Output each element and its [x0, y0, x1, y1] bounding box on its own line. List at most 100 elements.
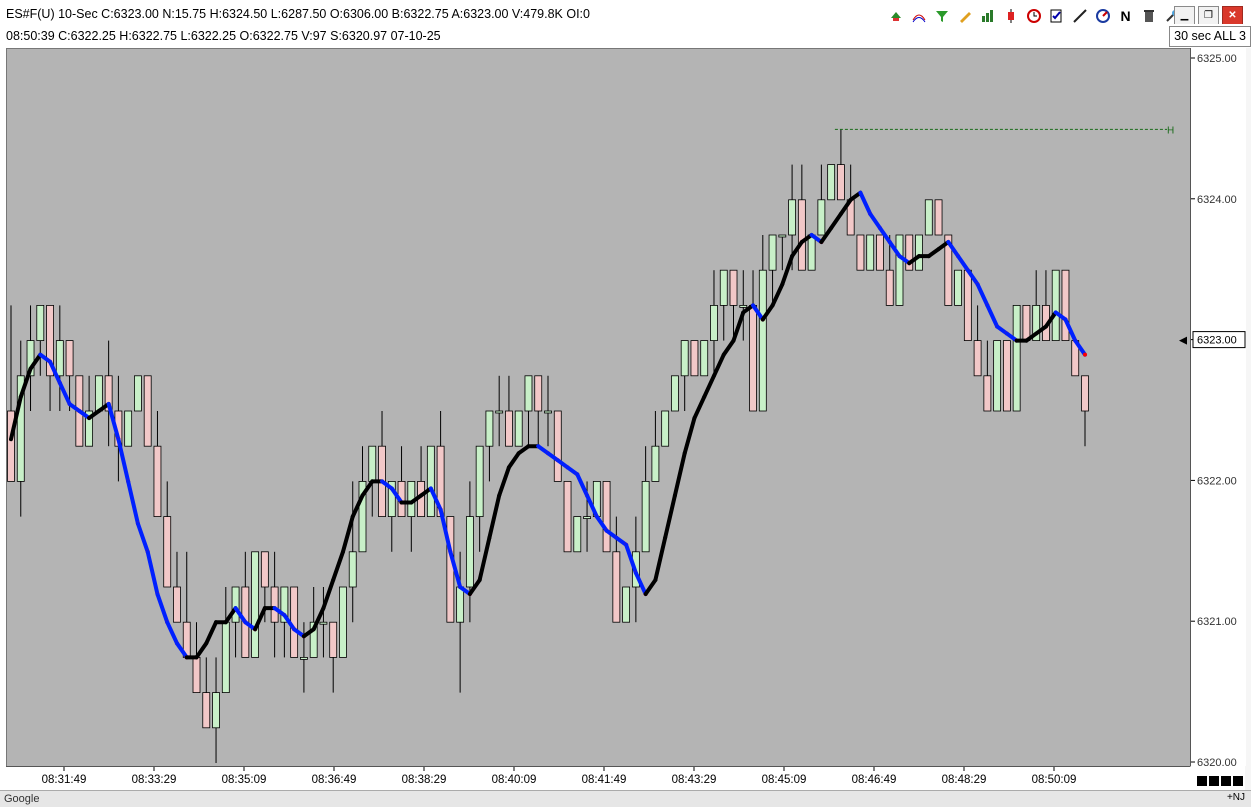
- compass-icon[interactable]: [1093, 6, 1112, 25]
- price-chart[interactable]: H: [7, 49, 1191, 767]
- draw-line-icon[interactable]: [1070, 6, 1089, 25]
- ma-segment: [975, 282, 990, 308]
- price-bar: [563, 480, 572, 553]
- price-bar: [417, 446, 425, 517]
- bar-body: [134, 375, 142, 412]
- bar-body: [475, 445, 484, 518]
- close-button[interactable]: ✕: [1222, 6, 1243, 25]
- ma-segment: [643, 577, 658, 597]
- ma-segment: [506, 451, 521, 470]
- price-bar: [143, 375, 152, 447]
- y-tick-label: 6322.00: [1197, 475, 1237, 487]
- price-axis[interactable]: 6320.00 6321.00 6322.00 6323.00 6324.00 6325.…: [1190, 48, 1246, 769]
- bar-body: [524, 375, 533, 412]
- bar-body: [212, 692, 220, 729]
- bar-body: [680, 340, 689, 377]
- bar-body: [36, 304, 45, 341]
- bar-body: [1061, 269, 1070, 341]
- n-icon[interactable]: N: [1116, 6, 1135, 25]
- quote-summary: ES#F(U) 10-Sec C:6323.00 N:15.75 H:6324.…: [6, 7, 590, 21]
- x-tick-label: 08:36:49: [312, 774, 357, 786]
- plot-area[interactable]: H: [6, 48, 1191, 767]
- clock-icon[interactable]: [1024, 6, 1043, 25]
- ma-segment: [57, 380, 72, 406]
- bar-body: [163, 516, 172, 588]
- ma-segment: [868, 211, 882, 230]
- bar-body: [1081, 375, 1089, 412]
- bar-body: [1051, 269, 1060, 341]
- price-bar: [251, 551, 259, 658]
- minimize-button[interactable]: ▁: [1174, 6, 1195, 25]
- x-tick-label: 08:50:09: [1032, 774, 1077, 786]
- bar-body: [143, 375, 152, 447]
- ma-segment: [340, 514, 355, 554]
- ma-dot: [1083, 352, 1087, 357]
- price-bar: [270, 551, 279, 658]
- ma-segment: [672, 451, 687, 498]
- bar-body: [485, 410, 494, 447]
- window-controls: ▁ ❐ ✕: [1174, 6, 1243, 25]
- bars-icon[interactable]: [978, 6, 997, 25]
- bar-body: [368, 445, 377, 482]
- price-axis-svg: 6320.00 6321.00 6322.00 6323.00 6324.00 6325.…: [1191, 53, 1246, 769]
- checklist-icon[interactable]: [1047, 6, 1066, 25]
- bar-body: [348, 551, 357, 588]
- bar-body: [300, 657, 308, 660]
- ma-segment: [711, 352, 726, 378]
- bottom-tab-google[interactable]: Google: [4, 793, 39, 805]
- bar-body: [690, 340, 699, 377]
- ma-segment: [487, 493, 502, 540]
- ma-segment: [135, 521, 150, 554]
- funnel-icon[interactable]: [932, 6, 951, 25]
- price-bar: [104, 340, 113, 447]
- ma-segment: [497, 465, 511, 498]
- price-bar: [983, 340, 992, 412]
- candle-icon[interactable]: [1001, 6, 1020, 25]
- price-bar: [202, 657, 211, 729]
- x-tick-label: 08:48:29: [942, 774, 987, 786]
- price-bar: [602, 480, 611, 553]
- bar-body: [553, 410, 562, 482]
- bar-body: [534, 375, 543, 412]
- bar-body: [270, 586, 279, 623]
- price-bar: [739, 270, 748, 341]
- high-label: H: [1167, 125, 1174, 136]
- pencil-icon[interactable]: [955, 6, 974, 25]
- price-bar: [690, 340, 699, 377]
- restore-button[interactable]: ❐: [1198, 6, 1219, 25]
- price-bar: [378, 411, 386, 518]
- trash-icon[interactable]: [1139, 6, 1158, 25]
- bar-body: [1012, 304, 1021, 412]
- ma-segment: [985, 303, 1000, 329]
- price-bar: [837, 129, 845, 201]
- price-bar: [85, 375, 94, 447]
- price-bar: [26, 305, 35, 411]
- ma-segment: [721, 338, 736, 357]
- time-axis[interactable]: 08:31:49 08:33:29 08:35:09 08:36:49 08:38:29…: [6, 766, 1190, 791]
- price-bar: [407, 480, 416, 552]
- bar-body: [866, 234, 875, 271]
- time-axis-svg: 08:31:49 08:33:29 08:35:09 08:36:49 08:38:29…: [42, 767, 1077, 786]
- price-bar: [719, 269, 728, 341]
- bar-body: [749, 304, 757, 412]
- ma-segment: [155, 592, 170, 625]
- x-tick-label: 08:40:09: [492, 774, 537, 786]
- price-bar: [700, 340, 709, 377]
- ma-segment: [321, 577, 336, 611]
- price-bar: [924, 199, 933, 236]
- bar-body: [465, 516, 474, 588]
- price-bar: [993, 340, 1002, 412]
- ma-segment: [477, 535, 492, 582]
- bar-body: [837, 164, 845, 201]
- x-tick-label: 08:38:29: [402, 774, 447, 786]
- price-bar: [612, 516, 621, 623]
- bar-body: [622, 586, 631, 623]
- bottom-right-label: +NJ: [1226, 792, 1245, 803]
- bar-body: [827, 164, 836, 201]
- curves-icon[interactable]: [909, 6, 928, 25]
- period-button[interactable]: 30 sec ALL 3: [1169, 26, 1251, 47]
- price-bar: [1061, 269, 1070, 341]
- price-bar: [553, 410, 562, 482]
- x-tick-label: 08:41:49: [582, 774, 627, 786]
- cursor-icon[interactable]: [886, 6, 905, 25]
